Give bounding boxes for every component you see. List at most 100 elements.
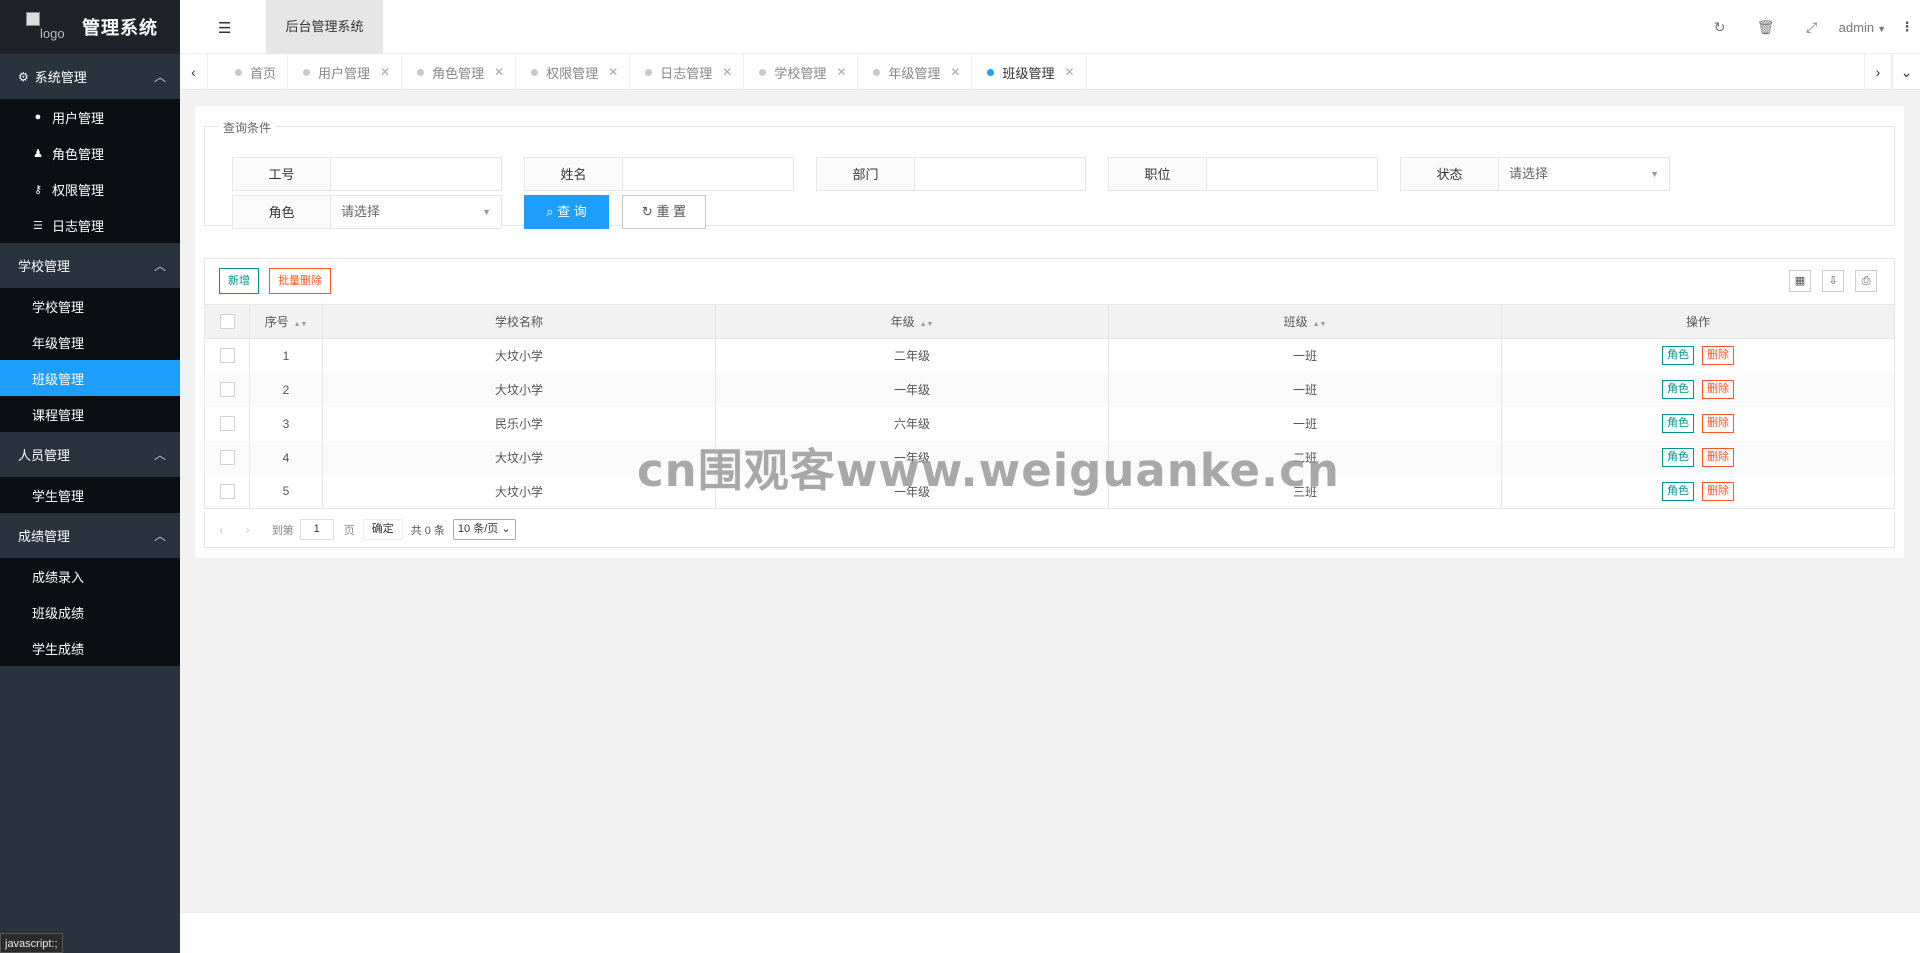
name-input[interactable] (622, 157, 794, 191)
tab-users[interactable]: 用户管理 ✕ (288, 54, 403, 90)
delete-button[interactable]: 删除 (1702, 414, 1734, 433)
columns-filter-icon[interactable]: ▦ (1789, 270, 1811, 292)
delete-button[interactable]: 删除 (1702, 346, 1734, 366)
role-button[interactable]: 角色 (1662, 448, 1694, 467)
row-checkbox[interactable] (219, 450, 235, 466)
sidebar-item-classes[interactable]: 班级管理 (0, 360, 180, 396)
more-vertical-icon[interactable]: ⋮ (1894, 19, 1920, 35)
sidebar-group-school[interactable]: 学校管理 ︿ (0, 243, 180, 288)
close-icon[interactable]: ✕ (1065, 65, 1075, 79)
tab-grades[interactable]: 年级管理 ✕ (858, 54, 973, 90)
tab-logs[interactable]: 日志管理 ✕ (630, 54, 745, 90)
menu-toggle-icon[interactable]: ☰ (218, 19, 231, 37)
sidebar-item-schools[interactable]: 学校管理 (0, 288, 180, 324)
tabs-prev-icon[interactable]: ‹ (180, 54, 208, 90)
role-select[interactable]: 请选择 ▼ (330, 195, 502, 229)
page-input[interactable]: 1 (299, 519, 334, 540)
role-button[interactable]: 角色 (1662, 481, 1694, 501)
refresh-icon[interactable]: ↻ (1697, 19, 1743, 36)
row-checkbox[interactable] (219, 382, 235, 398)
sidebar-item-students[interactable]: 学生管理 (0, 477, 180, 513)
role-button[interactable]: 角色 (1662, 380, 1694, 399)
close-icon[interactable]: ✕ (836, 65, 846, 79)
close-icon[interactable]: ✕ (722, 65, 732, 79)
tabs-menu-chevron-down-icon[interactable]: ⌄ (1892, 54, 1920, 90)
role-button[interactable]: 角色 (1662, 346, 1694, 366)
field-label: 部门 (816, 157, 914, 191)
close-icon[interactable]: ✕ (950, 65, 960, 79)
cell-actions: 角色 删除 (1501, 338, 1895, 373)
sidebar-item-label: 课程管理 (32, 407, 85, 423)
table-row[interactable]: 2 大坟小学 一年级 一班 角色 删除 (204, 372, 1895, 407)
tab-roles[interactable]: 角色管理 ✕ (402, 54, 517, 90)
footer-bar (180, 912, 1920, 953)
add-button[interactable]: 新增 (219, 268, 259, 294)
reset-button[interactable]: ↻ 重 置 (622, 195, 706, 229)
header-no[interactable]: 序号 ▲▼ (249, 304, 323, 339)
row-checkbox[interactable] (219, 483, 235, 499)
sidebar-item-student-scores[interactable]: 学生成绩 (0, 630, 180, 666)
close-icon[interactable]: ✕ (494, 65, 504, 79)
sidebar-item-users[interactable]: ● 用户管理 (0, 99, 180, 135)
page-size-select[interactable]: 10 条/页 ⌄ (452, 519, 516, 540)
sidebar-item-permissions[interactable]: ⚷ 权限管理 (0, 171, 180, 207)
chevron-up-icon: ︿ (153, 529, 166, 543)
tab-label: 首页 (250, 65, 277, 81)
header-class[interactable]: 班级 ▲▼ (1108, 304, 1502, 339)
department-input[interactable] (914, 157, 1086, 191)
close-icon[interactable]: ✕ (380, 65, 390, 79)
tab-permissions[interactable]: 权限管理 ✕ (516, 54, 631, 90)
delete-button[interactable]: 删除 (1702, 481, 1734, 501)
sidebar-group-system[interactable]: ⚙ 系统管理 ︿ (0, 54, 180, 99)
next-page-icon[interactable]: › (245, 522, 249, 537)
row-checkbox[interactable] (219, 416, 235, 432)
sidebar-item-courses[interactable]: 课程管理 (0, 396, 180, 432)
table-row[interactable]: 1 大坟小学 二年级 一班 角色 删除 (204, 338, 1895, 373)
tab-label: 学校管理 (774, 65, 827, 81)
sort-icon[interactable]: ▲▼ (1313, 321, 1327, 328)
page-unit-label: 页 (343, 524, 355, 537)
tabs-next-icon[interactable]: › (1864, 54, 1892, 90)
field-label: 姓名 (524, 157, 622, 191)
export-icon[interactable]: ⇩ (1822, 270, 1844, 292)
trash-icon[interactable]: 🗑 (1743, 19, 1789, 36)
role-button[interactable]: 角色 (1662, 414, 1694, 433)
search-button[interactable]: ⌕ 查 询 (524, 195, 609, 229)
status-select[interactable]: 请选择 ▼ (1498, 157, 1670, 191)
sidebar-item-class-scores[interactable]: 班级成绩 (0, 594, 180, 630)
sort-icon[interactable]: ▲▼ (920, 321, 934, 328)
sidebar-item-grades[interactable]: 年级管理 (0, 324, 180, 360)
sidebar-item-score-entry[interactable]: 成绩录入 (0, 558, 180, 594)
position-input[interactable] (1206, 157, 1378, 191)
select-all-checkbox[interactable] (219, 314, 235, 330)
sidebar-group-scores[interactable]: 成绩管理 ︿ (0, 513, 180, 558)
tab-home[interactable]: 首页 (220, 54, 289, 90)
goto-confirm-button[interactable]: 确定 (362, 519, 403, 540)
delete-button[interactable]: 删除 (1702, 380, 1734, 399)
sidebar-item-roles[interactable]: ♟ 角色管理 (0, 135, 180, 171)
sidebar-group-people[interactable]: 人员管理 ︿ (0, 432, 180, 477)
system-tab[interactable]: 后台管理系统 (266, 0, 383, 54)
sidebar-item-label: 用户管理 (52, 110, 105, 126)
user-menu[interactable]: admin ▼ (1839, 20, 1886, 35)
sidebar-item-label: 年级管理 (32, 335, 85, 351)
header-grade[interactable]: 年级 ▲▼ (715, 304, 1109, 339)
row-checkbox[interactable] (219, 348, 235, 364)
print-icon[interactable]: ⎙ (1855, 270, 1877, 292)
close-icon[interactable]: ✕ (608, 65, 618, 79)
tab-classes[interactable]: 班级管理 ✕ (972, 54, 1087, 90)
batch-delete-button[interactable]: 批量删除 (269, 268, 331, 294)
row-checkbox-cell (204, 372, 250, 407)
employee-no-input[interactable] (330, 157, 502, 191)
delete-button[interactable]: 删除 (1702, 448, 1734, 467)
prev-page-icon[interactable]: ‹ (219, 522, 223, 537)
tab-schools[interactable]: 学校管理 ✕ (744, 54, 859, 90)
fullscreen-icon[interactable]: ⤢ (1789, 19, 1835, 36)
sidebar-group-label: 成绩管理 (18, 529, 71, 544)
cell-grade: 二年级 (715, 338, 1109, 373)
caret-down-icon: ▼ (1650, 169, 1659, 179)
sidebar-item-logs[interactable]: ☰ 日志管理 (0, 207, 180, 243)
logo-area[interactable]: logo 管理系统 (0, 0, 180, 54)
sort-icon[interactable]: ▲▼ (294, 321, 308, 328)
user-icon: ● (34, 111, 42, 123)
